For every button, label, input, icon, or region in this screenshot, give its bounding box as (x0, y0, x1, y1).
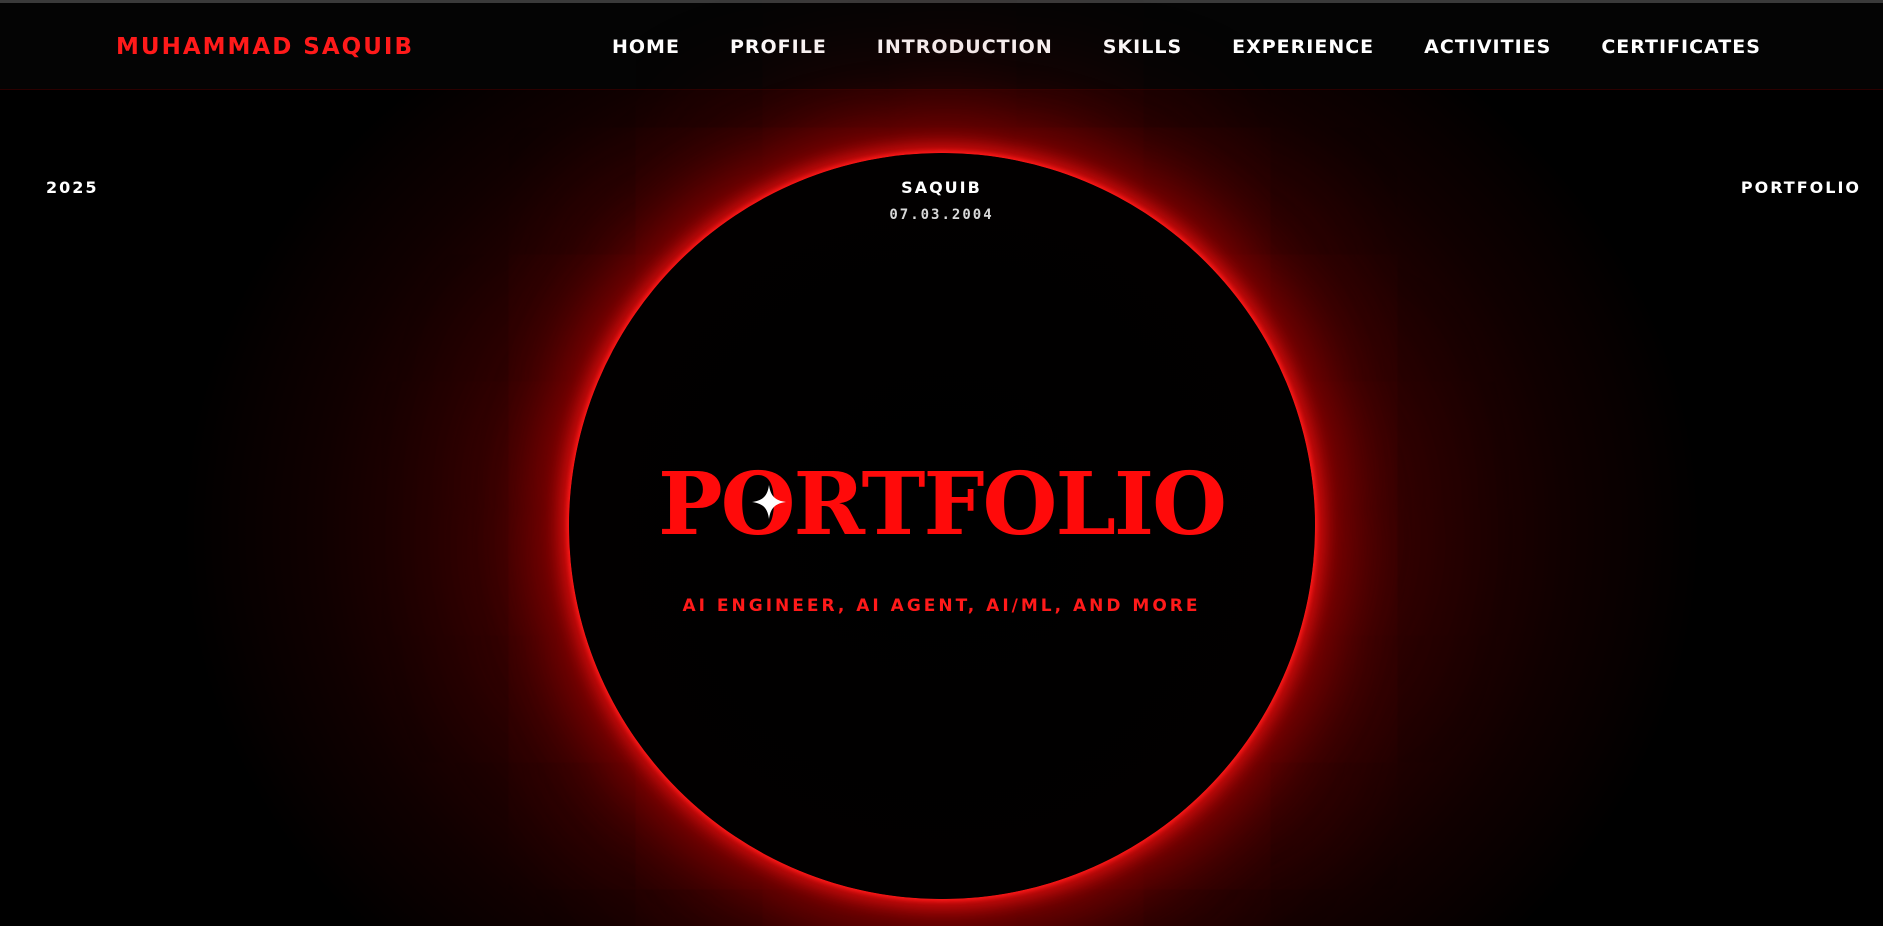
hero-title: PORTFOLIO (657, 454, 1227, 555)
nav-link-skills[interactable]: SKILLS (1103, 33, 1182, 61)
four-point-star-icon (752, 485, 786, 519)
nav-link-experience[interactable]: EXPERIENCE (1232, 33, 1374, 61)
nav-link-home[interactable]: HOME (612, 33, 680, 61)
nav-link-profile[interactable]: PROFILE (730, 33, 827, 61)
nav-menu: HOME PROFILE INTRODUCTION SKILLS EXPERIE… (612, 33, 1761, 61)
nav-link-certificates[interactable]: CERTIFICATES (1601, 33, 1761, 61)
nav-link-activities[interactable]: ACTIVITIES (1424, 33, 1551, 61)
nav-link-introduction[interactable]: INTRODUCTION (877, 33, 1053, 61)
hero-name: SAQUIB (901, 178, 982, 197)
hero-date: 07.03.2004 (889, 207, 994, 223)
hero-subtitle: AI ENGINEER, AI AGENT, AI/ML, AND MORE (682, 596, 1201, 616)
brand-logo-link[interactable]: MUHAMMAD SAQUIB (116, 33, 414, 61)
navbar: MUHAMMAD SAQUIB HOME PROFILE INTRODUCTIO… (0, 3, 1883, 90)
portfolio-page: MUHAMMAD SAQUIB HOME PROFILE INTRODUCTIO… (0, 0, 1883, 926)
